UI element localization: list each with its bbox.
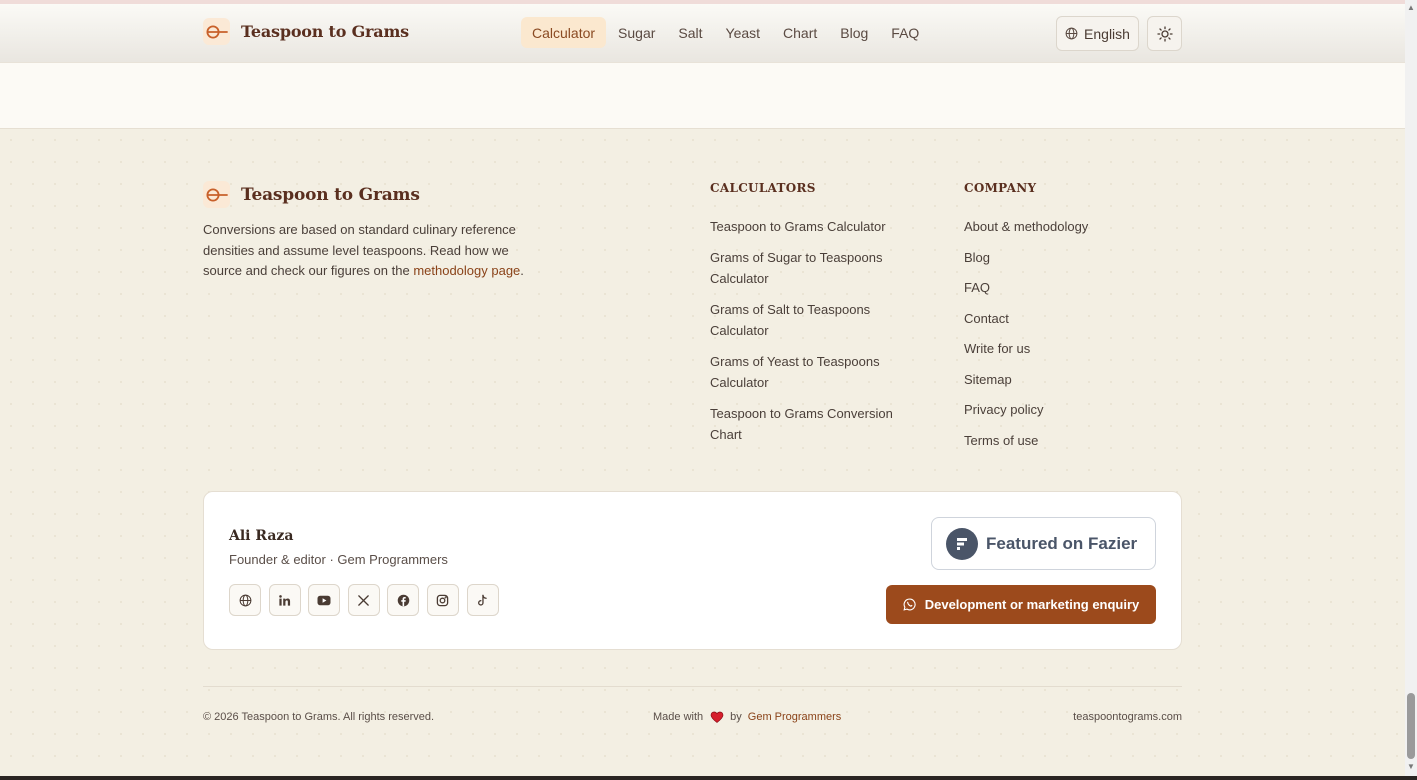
linkedin-icon [278,594,291,607]
footer-link-conversion-chart[interactable]: Teaspoon to Grams Conversion Chart [710,403,910,446]
instagram-icon [436,594,449,607]
footer-link-contact[interactable]: Contact [964,308,1184,330]
x-icon [357,594,370,607]
fazier-badge[interactable]: Featured on Fazier [931,517,1156,570]
brand-link[interactable]: Teaspoon to Grams [203,18,409,45]
scroll-down-arrow-icon[interactable]: ▼ [1407,762,1415,771]
globe-icon [1065,27,1078,40]
footer-link-blog[interactable]: Blog [964,247,1184,269]
site-domain: teaspoontograms.com [1073,711,1182,723]
calculators-column: CALCULATORS Teaspoon to Grams Calculator… [710,181,910,455]
author-name: Ali Raza [229,528,294,544]
site-footer: Teaspoon to Grams Conversions are based … [0,129,1405,776]
youtube-icon [317,595,331,606]
footer-link-teaspoon-calculator[interactable]: Teaspoon to Grams Calculator [710,216,910,238]
footer-link-sugar-calculator[interactable]: Grams of Sugar to Teaspoons Calculator [710,247,910,290]
page-scrollbar[interactable]: ▲ ▼ [1405,0,1417,776]
author-card: Ali Raza Founder & editor · Gem Programm… [203,491,1182,650]
made-by-label: by [730,711,742,723]
footer-description-end: . [520,263,524,278]
nav-calculator[interactable]: Calculator [521,17,607,48]
nav-salt[interactable]: Salt [667,17,713,48]
spoon-logo-icon [203,18,230,45]
bottom-strip [0,776,1417,780]
page: Teaspoon to Grams Calculator Sugar Salt … [0,0,1417,780]
main-nav: Calculator Sugar Salt Yeast Chart Blog F… [521,17,931,48]
made-with-label: Made with [653,711,704,723]
fazier-logo-icon [946,527,978,560]
footer-link-write-for-us[interactable]: Write for us [964,338,1184,360]
nav-chart[interactable]: Chart [772,17,828,48]
made-with: Made with by Gem Programmers [653,711,841,723]
enquiry-button-label: Development or marketing enquiry [924,597,1140,612]
enquiry-button[interactable]: Development or marketing enquiry [886,585,1156,624]
language-label: English [1084,25,1130,42]
website-link[interactable] [229,584,261,616]
footer-link-yeast-calculator[interactable]: Grams of Yeast to Teaspoons Calculator [710,351,910,394]
facebook-link[interactable] [387,584,420,616]
footer-link-terms[interactable]: Terms of use [964,430,1184,452]
tiktok-icon [476,594,489,607]
footer-link-privacy[interactable]: Privacy policy [964,399,1184,421]
facebook-icon [397,594,410,607]
gem-programmers-link[interactable]: Gem Programmers [748,711,842,723]
footer-link-sitemap[interactable]: Sitemap [964,369,1184,391]
footer-link-faq[interactable]: FAQ [964,277,1184,299]
sun-icon [1156,25,1173,42]
linkedin-link[interactable] [268,584,301,616]
footer-brand-name: Teaspoon to Grams [241,184,420,205]
author-role: Founder & editor · Gem Programmers [229,552,448,567]
language-button[interactable]: English [1056,16,1139,51]
company-column: COMPANY About & methodology Blog FAQ Con… [964,181,1184,460]
heart-icon [710,711,724,723]
nav-blog[interactable]: Blog [829,17,879,48]
calculators-title: CALCULATORS [710,181,816,195]
copyright: © 2026 Teaspoon to Grams. All rights res… [203,711,435,723]
company-title: COMPANY [964,181,1037,195]
tiktok-link[interactable] [466,584,499,616]
site-header: Teaspoon to Grams Calculator Sugar Salt … [0,4,1405,63]
theme-toggle-button[interactable] [1147,16,1182,51]
youtube-link[interactable] [308,584,341,616]
footer-divider [203,686,1182,687]
scroll-up-arrow-icon[interactable]: ▲ [1407,3,1415,12]
methodology-link[interactable]: methodology page [413,263,520,278]
whatsapp-icon [903,598,916,611]
spoon-logo-icon [203,181,230,208]
nav-yeast[interactable]: Yeast [715,17,772,48]
nav-sugar[interactable]: Sugar [607,17,666,48]
scrollbar-thumb[interactable] [1407,693,1415,759]
main-content-end [0,63,1405,129]
social-links [229,584,506,616]
nav-faq[interactable]: FAQ [880,17,930,48]
fazier-badge-label: Featured on Fazier [986,533,1138,553]
footer-description: Conversions are based on standard culina… [203,220,548,282]
brand-name: Teaspoon to Grams [241,22,409,41]
footer-link-about[interactable]: About & methodology [964,216,1184,238]
instagram-link[interactable] [426,584,459,616]
footer-link-salt-calculator[interactable]: Grams of Salt to Teaspoons Calculator [710,299,910,342]
x-link[interactable] [347,584,380,616]
footer-brand[interactable]: Teaspoon to Grams [203,181,420,208]
globe-icon [239,594,252,607]
